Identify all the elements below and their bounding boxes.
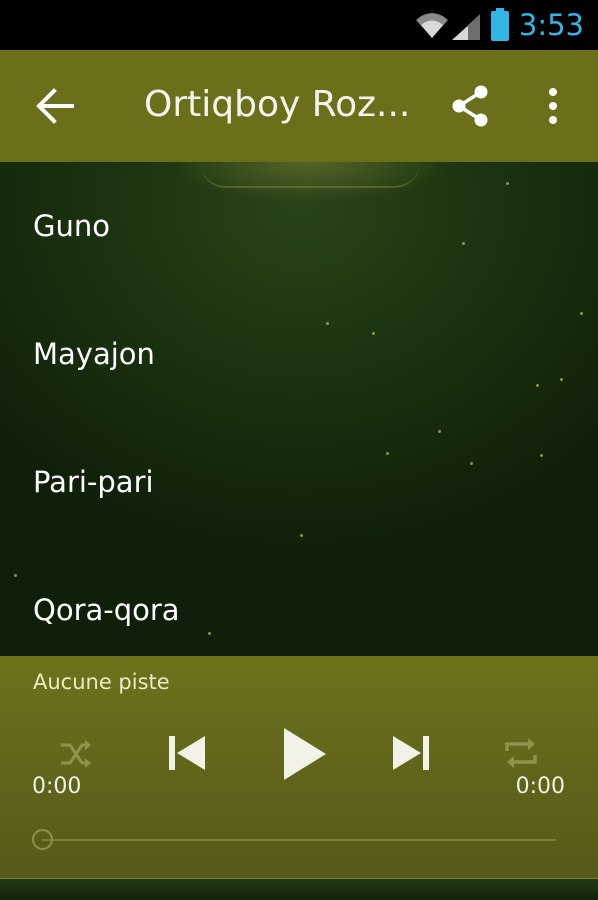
- seek-bar[interactable]: [32, 828, 556, 852]
- elapsed-time: 0:00: [32, 774, 82, 799]
- bottom-strip: [0, 878, 598, 900]
- share-icon[interactable]: [450, 84, 490, 128]
- track-title: Qora-qora: [33, 593, 180, 627]
- overflow-menu-icon[interactable]: [538, 86, 568, 130]
- previous-icon[interactable]: [166, 732, 208, 774]
- total-time: 0:00: [515, 774, 565, 799]
- list-item[interactable]: Mayajon: [0, 290, 598, 418]
- list-item[interactable]: Qora-qora: [0, 546, 598, 656]
- list-item[interactable]: Guno: [0, 162, 598, 290]
- back-arrow-icon[interactable]: [34, 86, 78, 126]
- action-bar: Ortiqboy Roz...: [0, 50, 598, 162]
- signal-icon: [452, 14, 480, 40]
- repeat-icon[interactable]: [502, 734, 540, 772]
- list-item[interactable]: Pari-pari: [0, 418, 598, 546]
- track-title: Guno: [33, 209, 110, 243]
- battery-icon: [491, 8, 509, 41]
- now-playing-status: Aucune piste: [33, 670, 170, 694]
- track-title: Pari-pari: [33, 465, 154, 499]
- shuffle-icon[interactable]: [58, 736, 94, 772]
- seek-track: [42, 839, 556, 841]
- page-title: Ortiqboy Roz...: [144, 84, 411, 125]
- status-bar: 3:53: [0, 0, 598, 50]
- track-list: Guno Mayajon Pari-pari Qora-qora: [0, 162, 598, 656]
- app-screen: 3:53 Ortiqboy Roz... Guno Mayajon Pari-p…: [0, 0, 598, 900]
- status-clock: 3:53: [518, 8, 584, 42]
- track-list-area: Guno Mayajon Pari-pari Qora-qora: [0, 162, 598, 656]
- player-panel: Aucune piste 0:00 0:00: [0, 656, 598, 878]
- seek-thumb[interactable]: [32, 829, 53, 850]
- play-icon[interactable]: [280, 726, 328, 782]
- next-icon[interactable]: [390, 732, 432, 774]
- wifi-icon: [416, 13, 448, 38]
- track-title: Mayajon: [33, 337, 155, 371]
